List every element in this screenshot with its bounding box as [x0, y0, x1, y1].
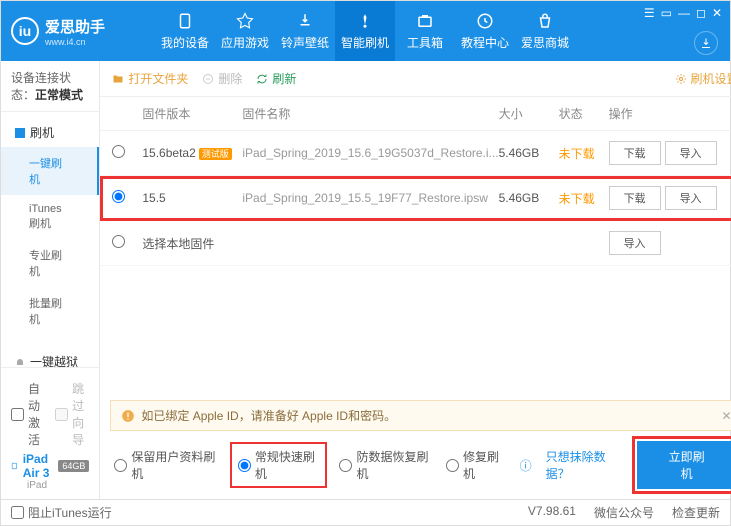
- nav-tab-6[interactable]: 爱思商城: [515, 1, 575, 61]
- warning-icon: [121, 409, 135, 423]
- download-button[interactable]: 下载: [609, 141, 661, 165]
- menu-head-jailbreak[interactable]: 一键越狱: [1, 347, 99, 367]
- import-button[interactable]: 导入: [665, 186, 717, 210]
- app-logo: iu: [11, 17, 39, 45]
- nav-tab-3[interactable]: 智能刷机: [335, 1, 395, 61]
- opt-anti-recovery[interactable]: 防数据恢复刷机: [339, 448, 432, 482]
- tablet-icon: [11, 460, 18, 472]
- storage-badge: 64GB: [58, 460, 89, 472]
- import-local-button[interactable]: 导入: [609, 231, 661, 255]
- menu-item[interactable]: 一键刷机: [1, 147, 99, 195]
- nav-tab-0[interactable]: 我的设备: [155, 1, 215, 61]
- firmware-radio[interactable]: [112, 190, 125, 203]
- import-button[interactable]: 导入: [665, 141, 717, 165]
- menu-head-flash[interactable]: 刷机: [1, 118, 99, 147]
- connection-status: 设备连接状态：正常模式: [1, 61, 99, 112]
- erase-only-link[interactable]: 只想抹除数据？: [546, 448, 623, 482]
- skip-guide-checkbox[interactable]: 跳过向导: [55, 376, 89, 452]
- menu-item[interactable]: iTunes刷机: [1, 195, 99, 239]
- menu-item[interactable]: 专业刷机: [1, 239, 99, 287]
- col-name: 固件名称: [242, 105, 498, 122]
- open-folder-button[interactable]: 打开文件夹: [112, 70, 188, 87]
- col-ops: 操作: [609, 105, 731, 122]
- close-icon: ✕: [712, 6, 722, 20]
- auto-activate-checkbox[interactable]: 自动激活: [11, 376, 45, 452]
- opt-repair-flash[interactable]: 修复刷机: [446, 448, 506, 482]
- brand-sub: www.i4.cn: [45, 37, 105, 47]
- opt-normal-flash[interactable]: 常规快速刷机: [232, 444, 326, 486]
- menu-icon: ☰: [644, 6, 655, 20]
- device-name[interactable]: iPad Air 3 64GB: [11, 452, 89, 480]
- nav-tab-2[interactable]: 铃声壁纸: [275, 1, 335, 61]
- flash-now-button[interactable]: 立即刷机: [637, 441, 731, 489]
- download-circle-icon[interactable]: [694, 31, 718, 55]
- nav-tab-1[interactable]: 应用游戏: [215, 1, 275, 61]
- firmware-row[interactable]: 15.6beta2测试版iPad_Spring_2019_15.6_19G503…: [100, 131, 731, 176]
- firmware-row[interactable]: 15.5iPad_Spring_2019_15.5_19F77_Restore.…: [100, 176, 731, 221]
- download-button[interactable]: 下载: [609, 186, 661, 210]
- menu-item[interactable]: 批量刷机: [1, 287, 99, 335]
- wechat-link[interactable]: 微信公众号: [594, 504, 654, 521]
- opt-keep-data[interactable]: 保留用户资料刷机: [114, 448, 218, 482]
- nav-tab-5[interactable]: 教程中心: [455, 1, 515, 61]
- col-status: 状态: [559, 105, 609, 122]
- device-type: iPad: [11, 480, 89, 491]
- close-warning-icon[interactable]: ✕: [722, 409, 731, 423]
- appleid-warning: 如已绑定 Apple ID，请准备好 Apple ID和密码。 ✕: [110, 400, 731, 431]
- firmware-radio[interactable]: [112, 145, 125, 158]
- col-version: 固件版本: [142, 105, 242, 122]
- gear-icon: [675, 73, 687, 85]
- maximize-icon: ◻: [696, 6, 706, 20]
- flash-settings-button[interactable]: 刷机设置: [675, 70, 731, 87]
- window-controls[interactable]: ☰ ▭ — ◻ ✕: [644, 6, 722, 20]
- nav-tab-4[interactable]: 工具箱: [395, 1, 455, 61]
- brand-name: 爱思助手: [45, 16, 105, 37]
- block-itunes-checkbox[interactable]: 阻止iTunes运行: [11, 500, 112, 525]
- col-size: 大小: [499, 105, 559, 122]
- version-label: V7.98.61: [528, 504, 576, 521]
- refresh-button[interactable]: 刷新: [256, 70, 296, 87]
- settings-icon: ▭: [661, 6, 672, 20]
- delete-button: 删除: [202, 70, 242, 87]
- local-firmware-label: 选择本地固件: [142, 235, 608, 252]
- local-firmware-radio[interactable]: [112, 235, 125, 248]
- minimize-icon: —: [678, 6, 690, 20]
- check-update-link[interactable]: 检查更新: [672, 504, 720, 521]
